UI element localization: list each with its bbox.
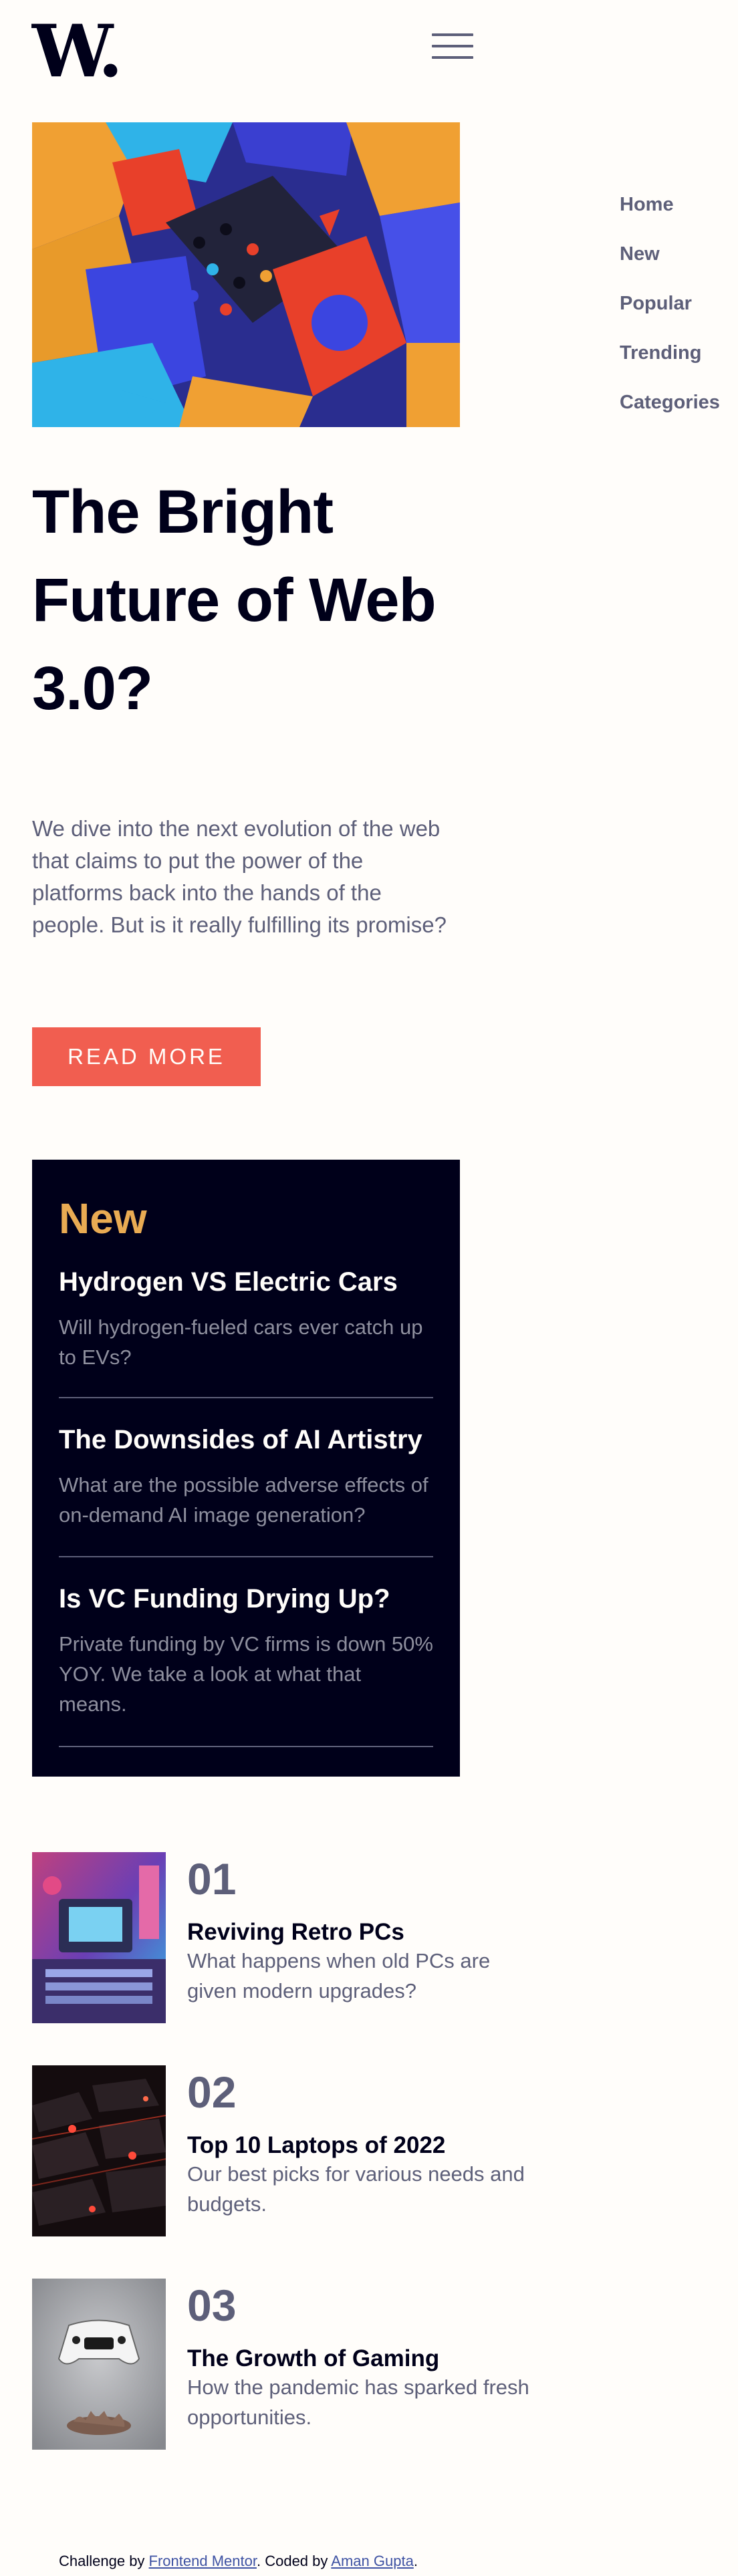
laptop-keyboard-thumbnail[interactable] xyxy=(32,2065,166,2236)
article-description: How the pandemic has sparked fresh oppor… xyxy=(187,2375,529,2429)
nav-item-categories[interactable]: Categories xyxy=(620,392,720,413)
new-item-title[interactable]: The Downsides of AI Artistry xyxy=(59,1423,433,1456)
nav-item-popular[interactable]: Popular xyxy=(620,293,720,314)
article-card: 03 The Growth of Gaming How the pandemic… xyxy=(32,2279,529,2450)
footer-middle: . Coded by xyxy=(256,2553,332,2569)
hamburger-line xyxy=(432,33,473,36)
article-card: 01 Reviving Retro PCs What happens when … xyxy=(32,1852,490,2023)
frontend-mentor-link[interactable]: Frontend Mentor xyxy=(149,2553,257,2569)
nav-item-home[interactable]: Home xyxy=(620,194,720,215)
logo[interactable]: W. xyxy=(32,15,123,88)
new-item-title[interactable]: Is VC Funding Drying Up? xyxy=(59,1582,433,1616)
retro-pc-thumbnail[interactable] xyxy=(32,1852,166,2023)
new-item: Is VC Funding Drying Up? Private funding… xyxy=(59,1582,433,1747)
hamburger-icon[interactable] xyxy=(432,33,473,59)
hero-image xyxy=(32,122,460,427)
nav-item-trending[interactable]: Trending xyxy=(620,342,720,364)
new-item: Hydrogen VS Electric Cars Will hydrogen-… xyxy=(59,1265,433,1398)
article-number: 03 xyxy=(187,2281,237,2330)
article-title[interactable]: Top 10 Laptops of 2022 xyxy=(187,2131,445,2160)
article-description: Our best picks for various needs and bud… xyxy=(187,2162,525,2216)
article-number: 02 xyxy=(187,2067,237,2117)
article-card: 02 Top 10 Laptops of 2022 Our best picks… xyxy=(32,2065,525,2236)
nav-item-new[interactable]: New xyxy=(620,243,720,265)
new-item-description: Will hydrogen-fueled cars ever catch up … xyxy=(59,1315,423,1369)
article-title[interactable]: Reviving Retro PCs xyxy=(187,1918,404,1947)
new-item-title[interactable]: Hydrogen VS Electric Cars xyxy=(59,1265,433,1299)
read-more-button[interactable]: READ MORE xyxy=(32,1027,261,1086)
side-nav: Home New Popular Trending Categories xyxy=(620,194,720,413)
new-section-title: New xyxy=(59,1194,147,1243)
hamburger-line xyxy=(432,56,473,59)
new-section: New Hydrogen VS Electric Cars Will hydro… xyxy=(32,1160,460,1777)
new-item: The Downsides of AI Artistry What are th… xyxy=(59,1423,433,1557)
article-number: 01 xyxy=(187,1854,237,1904)
new-item-description: Private funding by VC firms is down 50% … xyxy=(59,1632,433,1716)
gaming-controller-thumbnail[interactable] xyxy=(32,2279,166,2450)
hamburger-line xyxy=(432,45,473,47)
new-item-description: What are the possible adverse effects of… xyxy=(59,1473,428,1527)
hero-title: The Bright Future of Web 3.0? xyxy=(32,478,437,723)
hero-description: We dive into the next evolution of the w… xyxy=(32,816,447,937)
article-title[interactable]: The Growth of Gaming xyxy=(187,2344,439,2373)
footer-suffix: . xyxy=(413,2553,418,2569)
footer-prefix: Challenge by xyxy=(59,2553,149,2569)
author-link[interactable]: Aman Gupta xyxy=(331,2553,414,2569)
article-description: What happens when old PCs are given mode… xyxy=(187,1949,491,2003)
footer-attribution: Challenge by Frontend Mentor. Coded by A… xyxy=(59,2552,418,2571)
